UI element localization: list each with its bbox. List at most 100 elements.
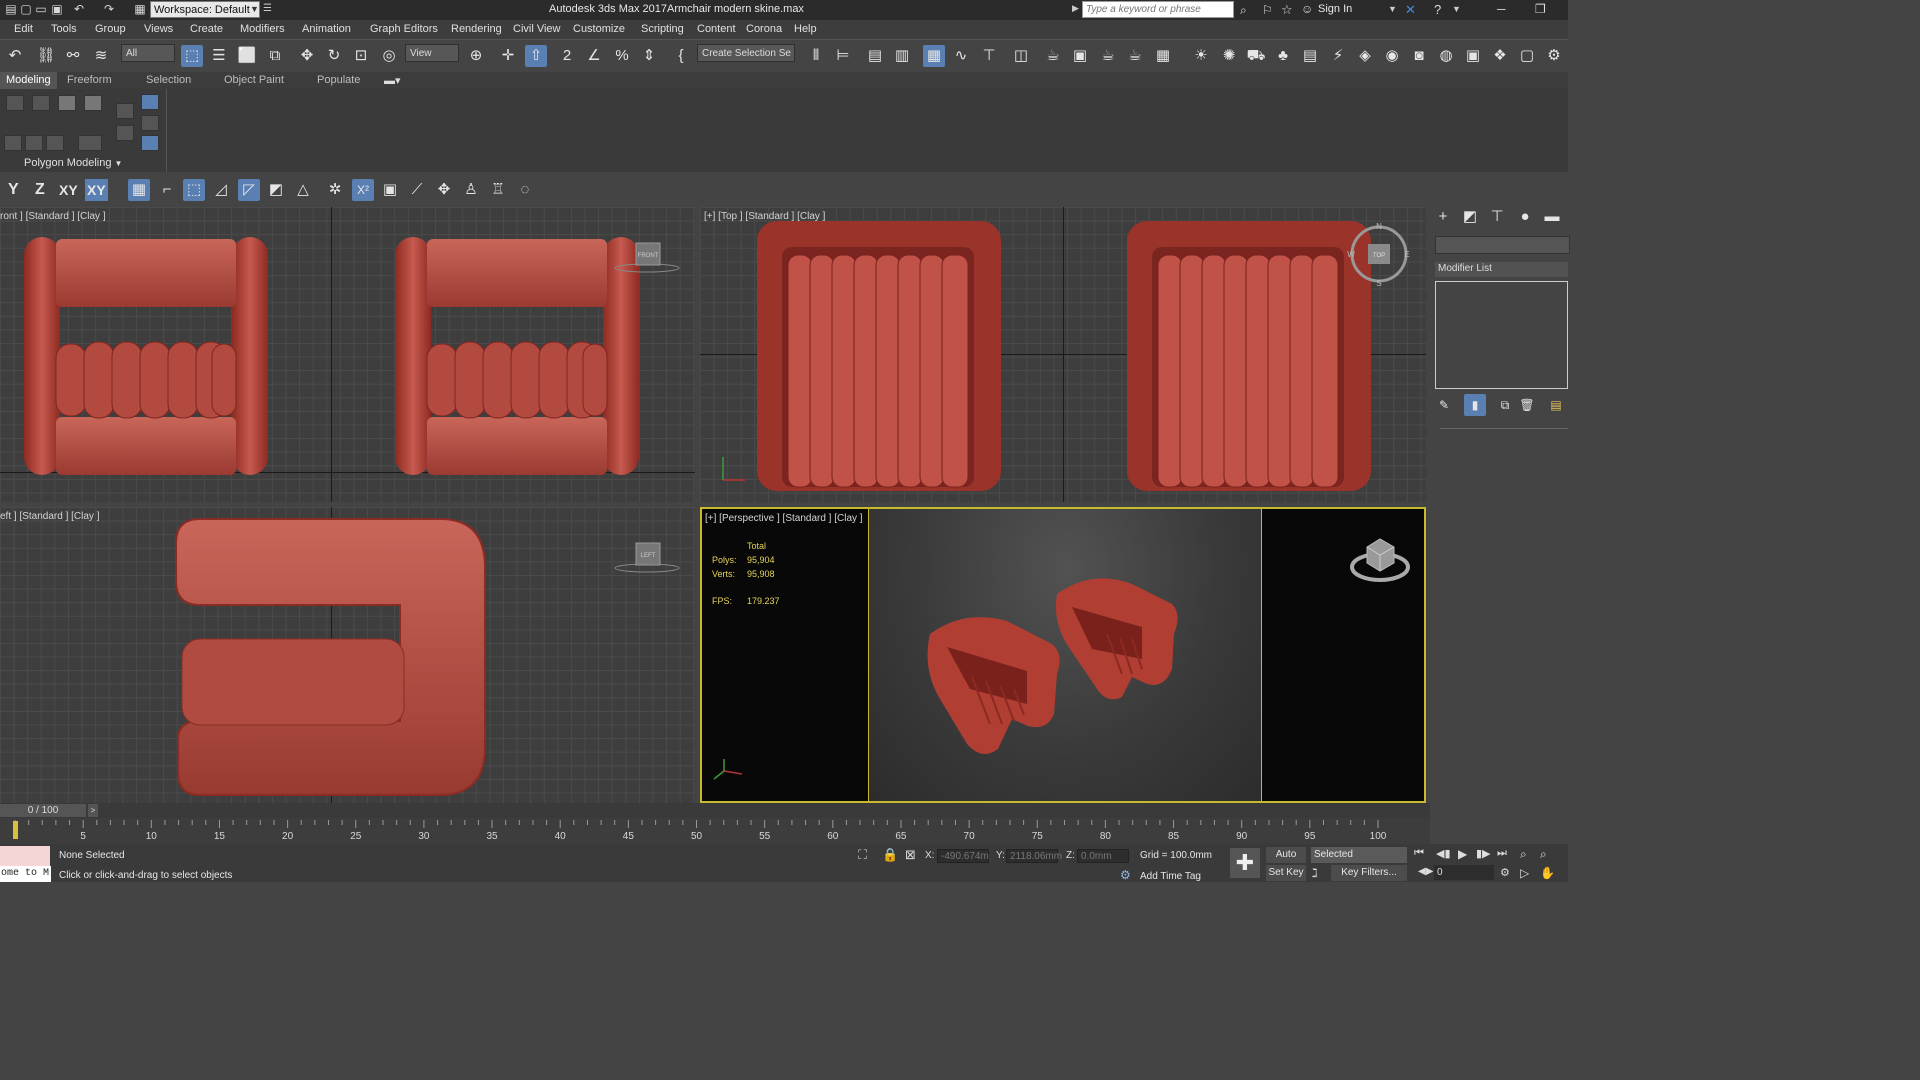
spinner-snap-icon[interactable]: ⇕ — [638, 45, 660, 67]
create-tab-icon[interactable]: + — [1432, 206, 1454, 228]
menu-civil-view[interactable]: Civil View — [513, 23, 560, 35]
menu-graph-editors[interactable]: Graph Editors — [370, 23, 438, 35]
render-iterative-icon[interactable]: ☕ — [1124, 45, 1146, 67]
corona-material-icon[interactable]: ◈ — [1354, 45, 1376, 67]
zoom-icon[interactable]: ⌕ — [1520, 847, 1527, 862]
corona-render-icon[interactable]: ◉ — [1381, 45, 1403, 67]
snaps-toggle-icon[interactable]: 2 — [556, 45, 578, 67]
maximize-icon[interactable]: ❐ — [1535, 2, 1546, 16]
time-cursor[interactable] — [13, 821, 18, 839]
keyboard-shortcut-override-icon[interactable]: ⇧ — [525, 45, 547, 67]
snap-perp-icon[interactable]: △ — [292, 179, 314, 201]
previous-frame-icon[interactable]: ◀▮ — [1436, 847, 1451, 860]
isolate-selection-icon[interactable]: ⛶ — [858, 847, 867, 863]
snap-midpoint-icon[interactable]: ⟋ — [406, 179, 428, 201]
key-mode-dropdown[interactable]: Selected — [1311, 847, 1407, 863]
select-manipulate-icon[interactable]: ✛ — [497, 45, 519, 67]
camera-icon[interactable]: ⛟ — [1245, 45, 1267, 67]
render-setup-icon[interactable]: ☕ — [1042, 45, 1064, 67]
edit-named-selection-icon[interactable]: { — [670, 45, 692, 67]
chevron-down-icon[interactable]: ▼ — [1388, 4, 1397, 14]
ribbon-tool-icon[interactable] — [58, 95, 76, 111]
menu-help[interactable]: Help — [794, 23, 817, 35]
corona-settings-icon[interactable]: ⚙ — [1543, 45, 1565, 67]
go-to-end-icon[interactable]: ⏭ — [1497, 847, 1507, 860]
app-menu-icon[interactable]: ▤ — [4, 3, 18, 16]
menu-animation[interactable]: Animation — [302, 23, 351, 35]
align-icon[interactable]: ⊨ — [832, 45, 854, 67]
ribbon-tool-icon[interactable] — [78, 135, 102, 151]
key-mode-toggle-icon[interactable]: ◀▶ — [1418, 866, 1433, 877]
select-object-icon[interactable]: ⬚ — [181, 45, 203, 67]
open-file-icon[interactable]: ▭ — [34, 3, 48, 16]
percent-snap-icon[interactable]: % — [611, 45, 633, 67]
curve-editor-icon[interactable]: ∿ — [950, 45, 972, 67]
snap-bbox-icon[interactable]: ◩ — [265, 179, 287, 201]
subscription-icon[interactable]: ⚐ — [1262, 3, 1273, 17]
y-coord-field[interactable]: 2118.06mm — [1006, 849, 1062, 863]
constrain-z-button[interactable]: Z — [35, 179, 45, 201]
add-key-icon[interactable]: ✚ — [1230, 848, 1260, 878]
corona-frame-icon[interactable]: ▣ — [1462, 45, 1484, 67]
undo-icon[interactable]: ↶ — [4, 45, 26, 67]
light-icon[interactable]: ☀ — [1190, 45, 1212, 67]
place-icon[interactable]: ◎ — [378, 45, 400, 67]
corona-scatter-icon[interactable]: ❖ — [1489, 45, 1511, 67]
menu-create[interactable]: Create — [190, 23, 223, 35]
corona-cam-icon[interactable]: ▢ — [1516, 45, 1538, 67]
corona-interactive-icon[interactable]: ◍ — [1435, 45, 1457, 67]
scene-explorer-icon[interactable]: ▦ — [923, 45, 945, 67]
configure-modifiers-icon[interactable]: ▤ — [1545, 394, 1567, 416]
menu-customize[interactable]: Customize — [573, 23, 625, 35]
modifier-list-dropdown[interactable]: Modifier List — [1435, 262, 1568, 277]
material-editor-icon[interactable]: ◫ — [1010, 45, 1032, 67]
menu-content[interactable]: Content — [697, 23, 736, 35]
minimize-icon[interactable]: ─ — [1497, 2, 1506, 16]
snap-endpoint-icon[interactable]: ✥ — [433, 179, 455, 201]
remove-modifier-icon[interactable]: 🗑 — [1516, 394, 1538, 416]
tab-populate[interactable]: Populate — [317, 74, 360, 86]
ribbon-tool-icon[interactable] — [116, 103, 134, 119]
ribbon-options-icon[interactable]: ▬▾ — [384, 74, 401, 87]
pivot-center-icon[interactable]: ⊕ — [465, 45, 487, 67]
time-config-icon[interactable]: ⚙ — [1500, 866, 1510, 879]
unlink-icon[interactable]: ⚯ — [62, 45, 84, 67]
modify-tab-icon[interactable]: ◩ — [1459, 206, 1481, 228]
reference-coordinate-dropdown[interactable]: View — [405, 44, 459, 62]
ribbon-tool-icon[interactable] — [141, 94, 159, 110]
layer-explorer-icon[interactable]: ▤ — [864, 45, 886, 67]
snap-center-icon[interactable]: ♙ — [460, 179, 482, 201]
snap-grid-icon[interactable]: ▣ — [379, 179, 401, 201]
snap-vertex-icon[interactable]: ⌐ — [156, 179, 178, 201]
favorites-icon[interactable]: ☆ — [1281, 2, 1293, 18]
move-icon[interactable]: ✥ — [296, 45, 318, 67]
go-to-start-icon[interactable]: ⏮ — [1414, 847, 1424, 860]
maxscript-mini-listener[interactable]: ome to M — [0, 866, 51, 882]
x-coord-field[interactable]: -490.674m — [937, 849, 989, 863]
search-input[interactable] — [1082, 1, 1234, 18]
menu-group[interactable]: Group — [95, 23, 126, 35]
pin-stack-icon[interactable]: ✎ — [1433, 394, 1455, 416]
ribbon-tool-icon[interactable] — [84, 95, 102, 111]
auto-key-button[interactable]: Auto Key — [1266, 847, 1306, 876]
ribbon-tool-icon[interactable] — [116, 125, 134, 141]
selection-filter-dropdown[interactable]: All — [121, 44, 175, 62]
ribbon-tool-icon[interactable] — [46, 135, 64, 151]
track-bar[interactable]: 5 10 15 20 25 30 35 40 45 50 55 60 65 70 75 80 85 90 95 100 — [0, 818, 1430, 844]
workspace-dropdown[interactable]: Workspace: Default — [150, 1, 260, 18]
snap-toggle-icon[interactable]: ▦ — [128, 179, 150, 201]
constrain-xy-button[interactable]: XY — [59, 179, 78, 201]
current-frame-field[interactable]: 0 — [1434, 865, 1494, 880]
constrain-xy-cycle-button[interactable]: XY — [85, 179, 108, 201]
render-production-icon[interactable]: ☕ — [1097, 45, 1119, 67]
undo-icon[interactable]: ↶ — [72, 3, 86, 16]
chevron-down-icon[interactable]: ▼ — [1452, 4, 1461, 14]
menu-tools[interactable]: Tools — [51, 23, 77, 35]
set-key-button[interactable]: Set Key — [1266, 865, 1306, 881]
rotate-icon[interactable]: ↻ — [323, 45, 345, 67]
snap-options-icon[interactable]: ♖ — [487, 179, 509, 201]
zoom-all-icon[interactable]: ⌕ — [1540, 847, 1547, 862]
link-icon[interactable]: ⛓ — [35, 45, 57, 67]
next-frame-icon[interactable]: > — [88, 804, 98, 817]
constrain-y-button[interactable]: Y — [8, 179, 19, 201]
